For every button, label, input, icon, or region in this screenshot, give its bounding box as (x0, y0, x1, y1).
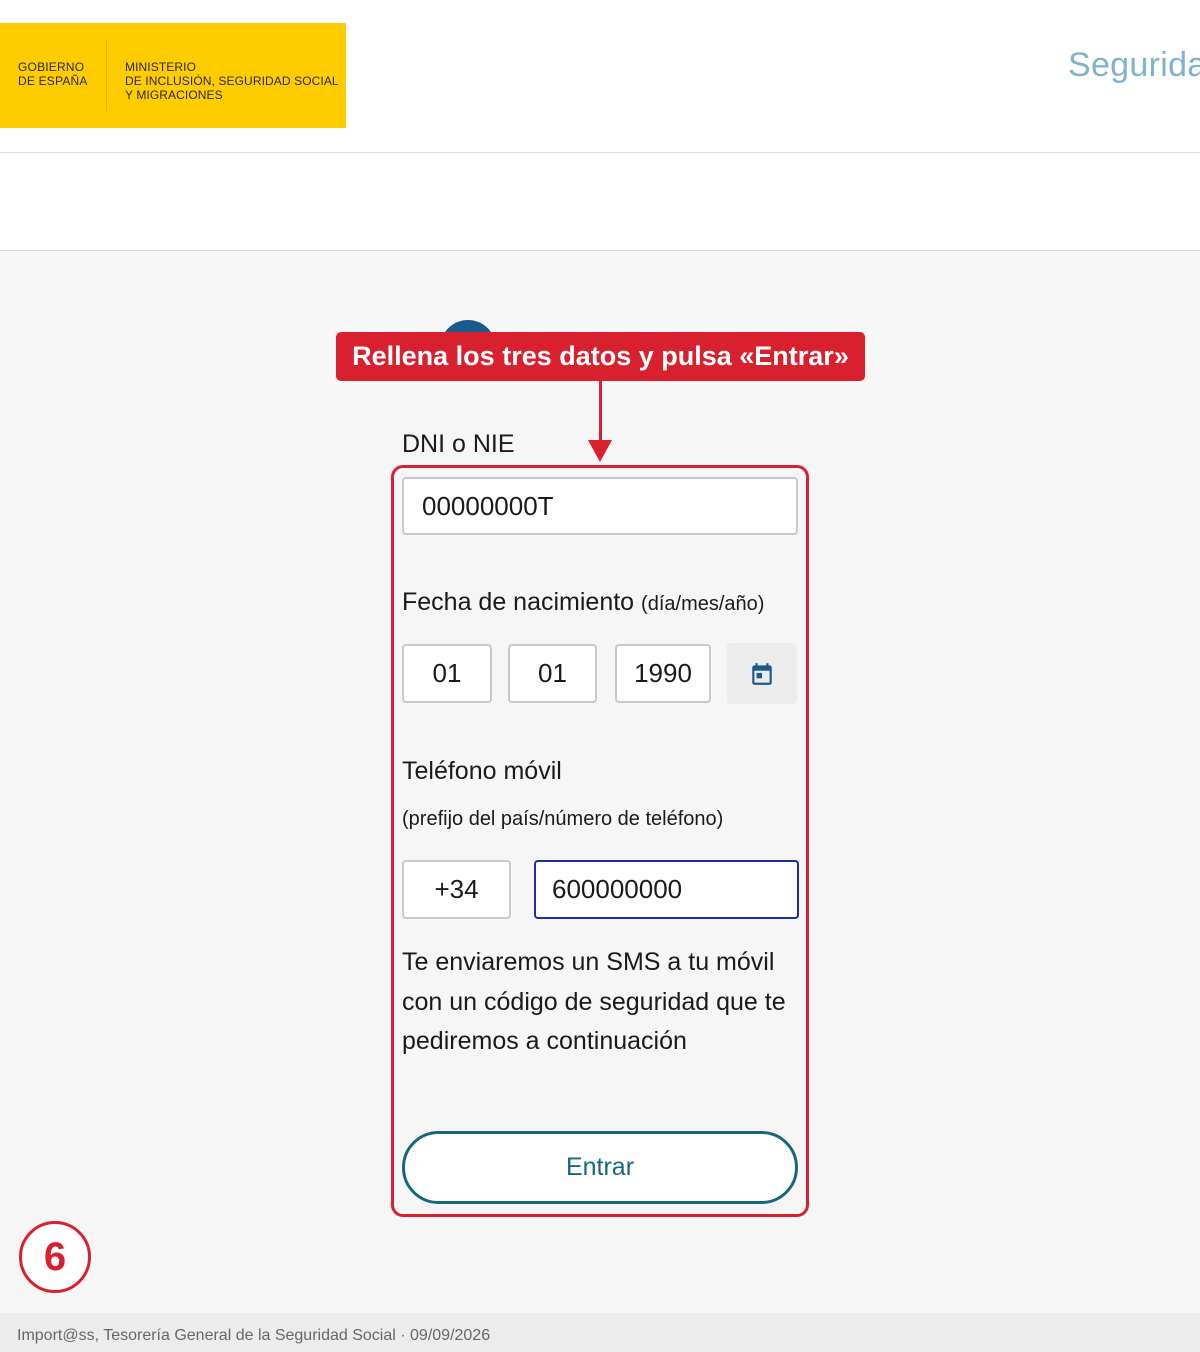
sub-header-bar (0, 153, 1200, 251)
dni-label: DNI o NIE (402, 430, 515, 458)
ministry-logo-text: MINISTERIO DE INCLUSIÓN, SEGURIDAD SOCIA… (125, 60, 339, 102)
birth-date-format-hint: (día/mes/año) (641, 593, 765, 615)
form-highlight-frame (391, 465, 809, 1217)
birth-day-value: 01 (432, 658, 462, 688)
ministry-logo-line: MINISTERIO (125, 60, 197, 74)
instruction-callout: Rellena los tres datos y pulsa «Entrar» (336, 332, 865, 381)
enter-button[interactable]: Entrar (402, 1131, 798, 1204)
birth-day-input[interactable]: 01 (402, 644, 492, 703)
calendar-icon (752, 662, 772, 685)
phone-number-value: 600000000 (552, 874, 683, 904)
phone-number-input[interactable]: 600000000 (534, 860, 799, 919)
government-logo[interactable]: GOBIERNO DE ESPAÑA MINISTERIO DE INCLUSI… (0, 23, 346, 128)
phone-format-hint: (prefijo del país/número de teléfono) (402, 808, 724, 830)
phone-label: Teléfono móvil (402, 757, 562, 785)
dni-input[interactable]: 00000000T (402, 477, 798, 535)
ministry-logo-line: Y MIGRACIONES (125, 88, 223, 102)
gov-logo-left-text: GOBIERNO DE ESPAÑA (18, 60, 88, 88)
phone-prefix-input[interactable]: +34 (402, 860, 511, 919)
gov-logo-line: GOBIERNO (18, 60, 85, 74)
birth-date-label-text: Fecha de nacimiento (402, 588, 635, 616)
sms-info-text: Te enviaremos un SMS a tu móvil con un c… (402, 948, 786, 1055)
birth-year-input[interactable]: 1990 (615, 644, 711, 703)
enter-button-label: Entrar (565, 1153, 635, 1181)
phone-prefix-value: +34 (434, 874, 479, 904)
footer-caption: Import@ss, Tesorería General de la Segur… (17, 1327, 491, 1344)
gov-logo-line: DE ESPAÑA (18, 74, 88, 88)
calendar-button[interactable] (727, 643, 797, 704)
seguridad-social-brand[interactable]: Seguridad (1068, 46, 1200, 85)
site-header: GOBIERNO DE ESPAÑA MINISTERIO DE INCLUSI… (0, 0, 1200, 153)
step-number-badge: 6 (19, 1221, 91, 1293)
callout-arrow-head-icon (588, 440, 612, 462)
callout-arrow-line (599, 381, 602, 443)
birth-year-value: 1990 (634, 658, 692, 688)
gov-logo-divider (106, 39, 107, 111)
ministry-logo-line: DE INCLUSIÓN, SEGURIDAD SOCIAL (125, 74, 339, 88)
birth-month-value: 01 (538, 658, 567, 688)
birth-date-label: Fecha de nacimiento (día/mes/año) (402, 588, 764, 617)
dni-input-value: 00000000T (422, 490, 554, 521)
birth-month-input[interactable]: 01 (508, 644, 597, 703)
